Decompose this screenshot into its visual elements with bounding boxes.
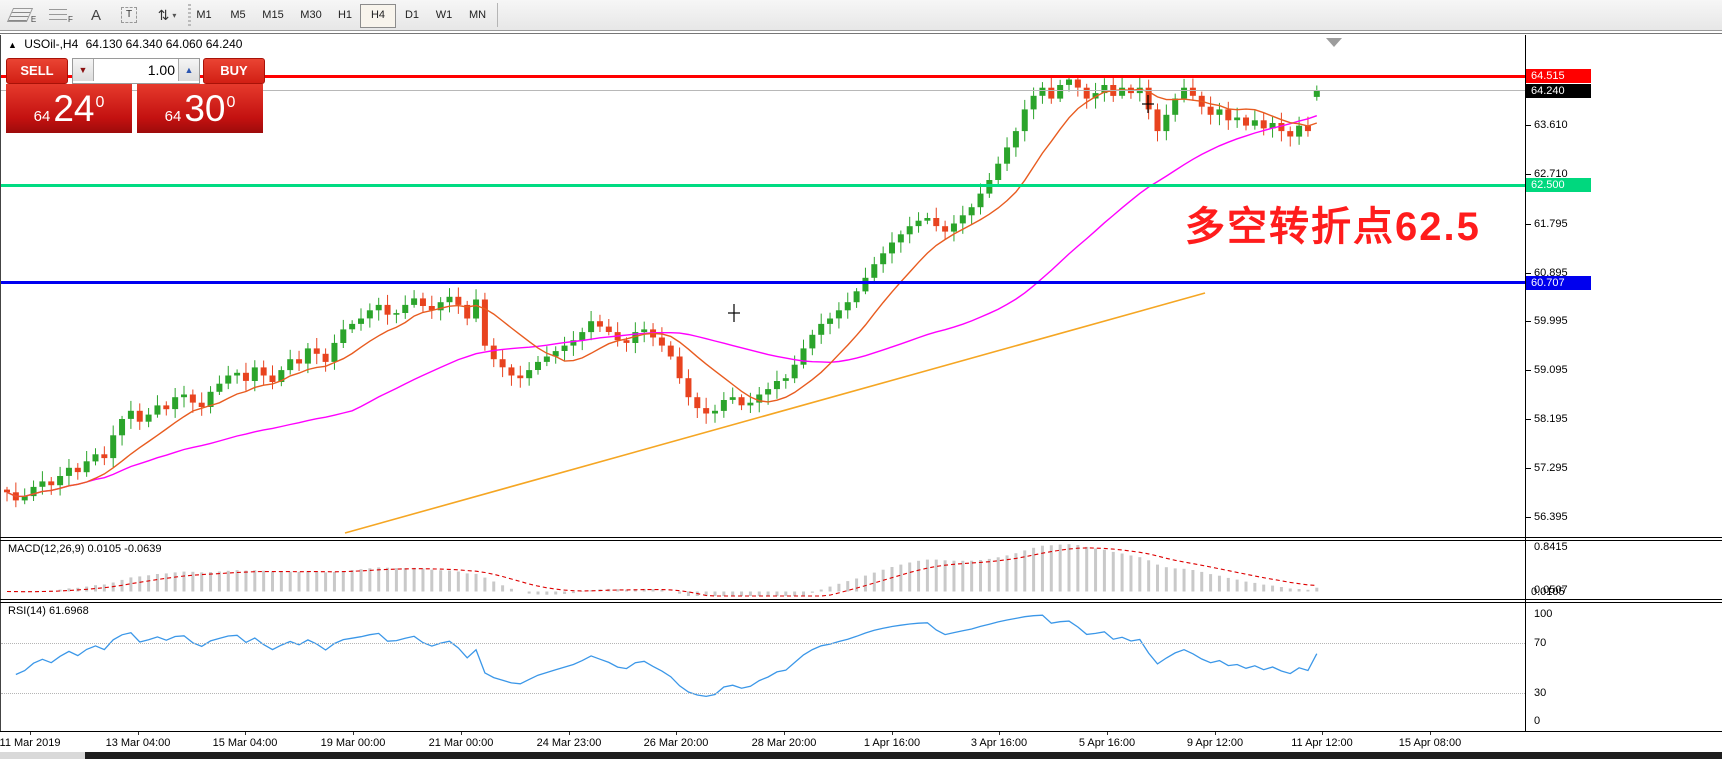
- time-tick-mark: [1430, 732, 1431, 735]
- price-tick-mark: [1525, 125, 1531, 126]
- time-axis-label: 3 Apr 16:00: [953, 737, 1045, 749]
- time-tick-mark: [569, 732, 570, 735]
- sell-price-display[interactable]: 64 24 0: [6, 84, 132, 133]
- volume-decrease-button[interactable]: ▼: [73, 59, 94, 81]
- bid-pips: 24: [53, 88, 94, 130]
- bid-pipette: 0: [95, 94, 104, 112]
- price-tick-mark: [1525, 468, 1531, 469]
- rsi-axis-70: 70: [1534, 637, 1546, 650]
- time-tick-mark: [353, 732, 354, 735]
- volume-box: ▼ 1.00 ▲: [72, 58, 200, 84]
- sell-button[interactable]: SELL: [6, 58, 68, 84]
- price-tick-label: 59.095: [1534, 364, 1568, 377]
- macd-axis-max: 0.8415: [1534, 541, 1568, 554]
- cross-marker[interactable]: [728, 304, 740, 322]
- bid-big-figure: 64: [34, 108, 51, 125]
- pivot-hline-62500[interactable]: [1, 184, 1525, 187]
- price-tick-label: 63.610: [1534, 119, 1568, 132]
- macd-axis-bottom-b: 0.0105: [1531, 586, 1565, 599]
- support-hline-60707[interactable]: [1, 281, 1525, 284]
- time-tick-mark: [138, 732, 139, 735]
- scroll-to-end-marker-icon[interactable]: [1326, 38, 1342, 47]
- price-tick-mark: [1525, 419, 1531, 420]
- time-axis-label: 13 Mar 04:00: [92, 737, 184, 749]
- time-tick-mark: [1322, 732, 1323, 735]
- ma-fast-line: [7, 89, 1317, 496]
- chinese-annotation: 多空转折点62.5: [1185, 194, 1481, 252]
- time-axis-label: 9 Apr 12:00: [1169, 737, 1261, 749]
- panel-separator[interactable]: [0, 602, 1722, 603]
- time-axis-label: 28 Mar 20:00: [738, 737, 830, 749]
- price-tick-mark: [1525, 224, 1531, 225]
- candles: [4, 75, 1320, 507]
- rsi-level-30-line: [1, 693, 1525, 694]
- time-tick-mark: [30, 732, 31, 735]
- time-axis-label: 15 Apr 08:00: [1384, 737, 1476, 749]
- price-tick-mark: [1525, 321, 1531, 322]
- time-tick-mark: [784, 732, 785, 735]
- ma-slow-line: [7, 116, 1317, 497]
- mt4-chart-window: E F A T ⇅ ▾ M1M5M15M30H1H4D1W1MN ▲ USOil…: [0, 0, 1722, 759]
- panel-separator[interactable]: [0, 537, 1722, 538]
- macd-signal-line: [7, 548, 1317, 596]
- horizontal-scrollbar-thumb[interactable]: [85, 752, 1722, 759]
- price-tick-label: 60.895: [1534, 267, 1568, 280]
- buy-price-display[interactable]: 64 30 0: [137, 84, 263, 133]
- time-axis-label: 11 Mar 2019: [0, 737, 76, 749]
- current-price-badge: 64.240: [1526, 84, 1591, 98]
- price-tick-label: 58.195: [1534, 413, 1568, 426]
- time-axis-label: 5 Apr 16:00: [1061, 737, 1153, 749]
- rsi-line: [16, 615, 1317, 696]
- rsi-level-70-line: [1, 643, 1525, 644]
- one-click-trading-panel: SELL ▼ 1.00 ▲ BUY 64 24 0 64 30 0: [6, 56, 263, 133]
- macd-label: MACD(12,26,9) 0.0105 -0.0639: [8, 543, 161, 555]
- price-tick-mark: [1525, 517, 1531, 518]
- rsi-axis-0: 0: [1534, 715, 1540, 728]
- price-tick-label: 62.710: [1534, 168, 1568, 181]
- long-term-trendline[interactable]: [345, 293, 1205, 533]
- price-tick-mark: [1525, 273, 1531, 274]
- time-axis-label: 21 Mar 00:00: [415, 737, 507, 749]
- volume-increase-button[interactable]: ▲: [178, 59, 199, 81]
- price-tick-mark: [1525, 370, 1531, 371]
- price-tick-label: 59.995: [1534, 315, 1568, 328]
- price-tick-mark: [1525, 174, 1531, 175]
- price-tick-label: 61.795: [1534, 218, 1568, 231]
- panel-separator[interactable]: [0, 599, 1722, 600]
- buy-button[interactable]: BUY: [203, 58, 265, 84]
- time-tick-mark: [892, 732, 893, 735]
- volume-input[interactable]: 1.00: [95, 59, 175, 81]
- rsi-axis-100: 100: [1534, 608, 1552, 621]
- time-axis-label: 19 Mar 00:00: [307, 737, 399, 749]
- ask-pips: 30: [184, 88, 225, 130]
- time-axis-label: 1 Apr 16:00: [846, 737, 938, 749]
- time-tick-mark: [1215, 732, 1216, 735]
- ask-pipette: 0: [226, 94, 235, 112]
- time-tick-mark: [245, 732, 246, 735]
- time-axis-label: 26 Mar 20:00: [630, 737, 722, 749]
- ask-big-figure: 64: [165, 108, 182, 125]
- price-tick-label: 56.395: [1534, 511, 1568, 524]
- time-tick-mark: [676, 732, 677, 735]
- rsi-axis-30: 30: [1534, 687, 1546, 700]
- panel-separator[interactable]: [0, 540, 1722, 541]
- rsi-label: RSI(14) 61.6968: [8, 605, 89, 617]
- time-axis-label: 11 Apr 12:00: [1276, 737, 1368, 749]
- time-tick-mark: [1107, 732, 1108, 735]
- time-tick-mark: [461, 732, 462, 735]
- cross-marker[interactable]: [1142, 95, 1154, 113]
- price-tick-label: 57.295: [1534, 462, 1568, 475]
- macd-histogram: [16, 544, 1317, 596]
- time-axis-line: [0, 731, 1722, 732]
- hline-price-badge-red: 64.515: [1526, 69, 1591, 83]
- time-tick-mark: [999, 732, 1000, 735]
- time-axis-label: 24 Mar 23:00: [523, 737, 615, 749]
- time-axis-label: 15 Mar 04:00: [199, 737, 291, 749]
